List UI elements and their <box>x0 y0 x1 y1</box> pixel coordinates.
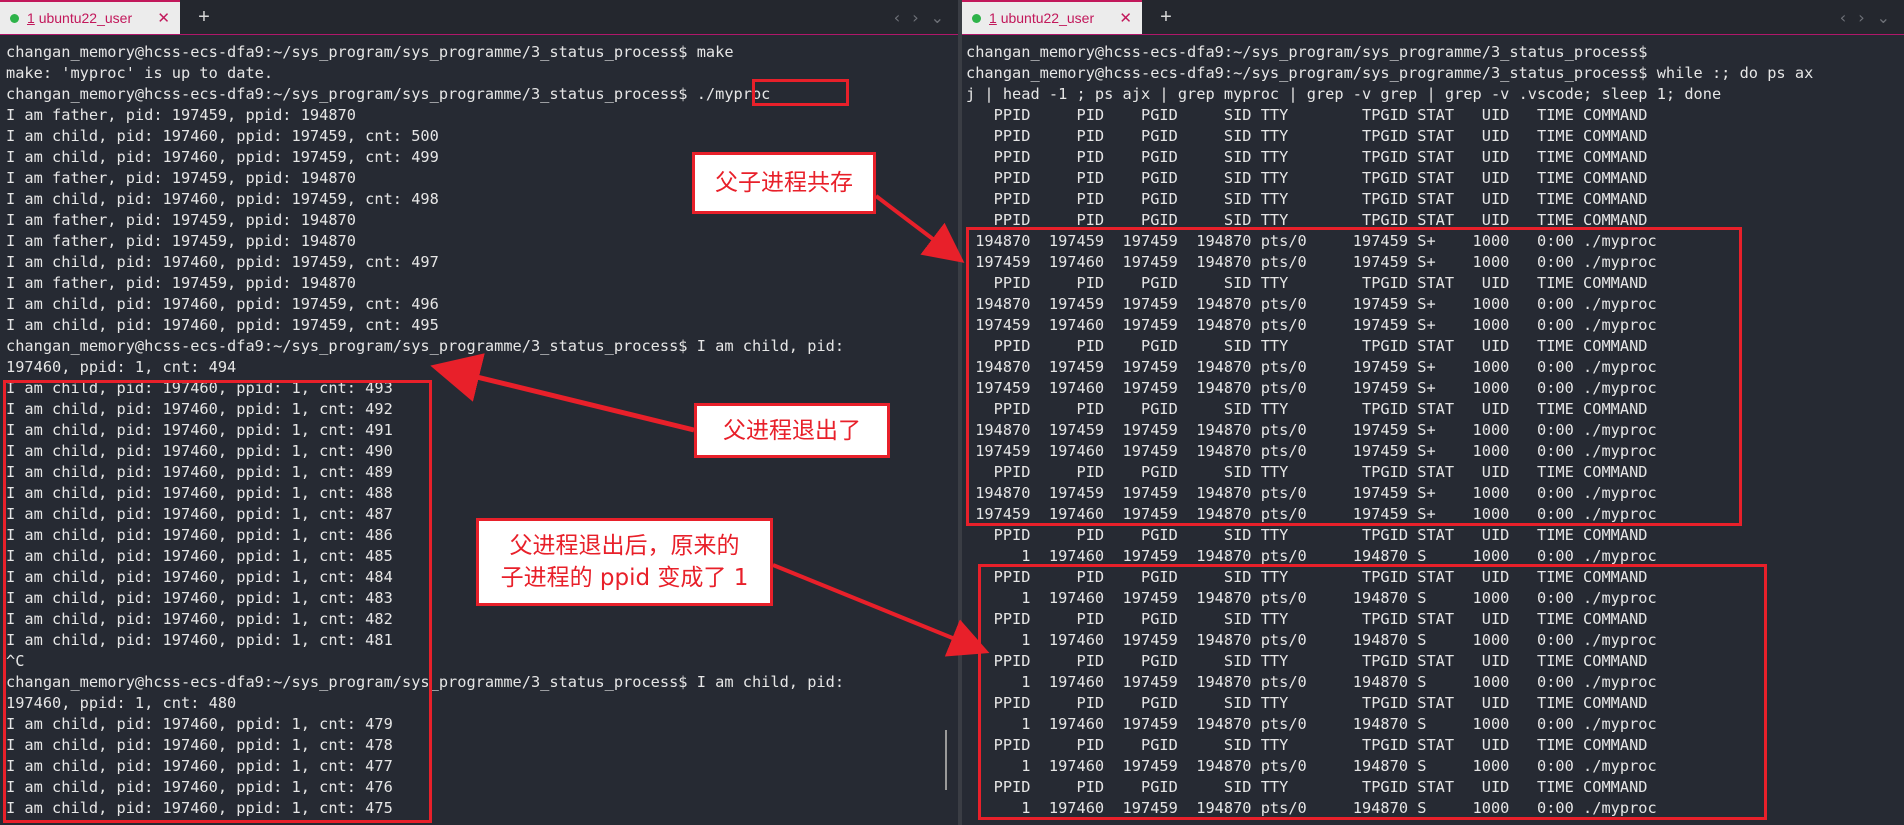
terminal-line: I am child, pid: 197460, ppid: 197459, c… <box>6 127 439 145</box>
chevron-right-icon[interactable]: › <box>1858 8 1864 27</box>
terminal-line: I am child, pid: 197460, ppid: 197459, c… <box>6 253 439 271</box>
annotation-ppid-change: 父进程退出后，原来的 子进程的 ppid 变成了 1 <box>476 518 773 606</box>
tab-number: 1 <box>989 10 997 26</box>
highlight-coexist-ps-rows <box>966 227 1742 526</box>
annotation-coexist: 父子进程共存 <box>692 152 876 214</box>
terminal-line: I am child, pid: 197460, ppid: 197459, c… <box>6 295 439 313</box>
terminal-line: 197460, ppid: 1, cnt: 494 <box>6 358 237 376</box>
terminal-line: I am father, pid: 197459, ppid: 194870 <box>6 106 356 124</box>
tab-title: ubuntu22_user <box>1000 10 1095 26</box>
new-tab-button[interactable]: + <box>1154 0 1178 34</box>
terminal-line: PPID PID PGID SID TTY TPGID STAT UID TIM… <box>966 148 1648 166</box>
tab-title: ubuntu22_user <box>38 10 133 26</box>
chevron-down-icon[interactable]: ⌄ <box>1877 8 1890 27</box>
right-tab-ubuntu22-user[interactable]: 1 ubuntu22_user ✕ <box>962 0 1142 34</box>
terminal-line: I am father, pid: 197459, ppid: 194870 <box>6 232 356 250</box>
terminal-line: PPID PID PGID SID TTY TPGID STAT UID TIM… <box>966 190 1648 208</box>
terminal-line: I am child, pid: 197460, ppid: 197459, c… <box>6 316 439 334</box>
chevron-right-icon[interactable]: › <box>912 8 918 27</box>
tab-label: 1 ubuntu22_user <box>27 10 151 26</box>
tab-number: 1 <box>27 10 35 26</box>
close-icon[interactable]: ✕ <box>157 9 170 27</box>
terminal-line: changan_memory@hcss-ecs-dfa9:~/sys_progr… <box>6 337 845 355</box>
left-scrollbar[interactable] <box>945 730 947 790</box>
right-tab-bar: 1 ubuntu22_user ✕ + ‹ › ⌄ <box>962 0 1904 35</box>
terminal-line: changan_memory@hcss-ecs-dfa9:~/sys_progr… <box>966 43 1648 61</box>
new-tab-button[interactable]: + <box>192 0 216 34</box>
terminal-line: PPID PID PGID SID TTY TPGID STAT UID TIM… <box>966 106 1648 124</box>
close-icon[interactable]: ✕ <box>1119 9 1132 27</box>
chevron-left-icon[interactable]: ‹ <box>1840 8 1846 27</box>
annotation-ppid-change-line2: 子进程的 ppid 变成了 1 <box>500 565 749 591</box>
tab-label: 1 ubuntu22_user <box>989 10 1113 26</box>
tab-nav: ‹ › ⌄ <box>894 0 944 34</box>
terminal-line: changan_memory@hcss-ecs-dfa9:~/sys_progr… <box>966 64 1814 82</box>
left-tab-ubuntu22-user[interactable]: 1 ubuntu22_user ✕ <box>0 0 180 34</box>
highlight-myproc-command <box>752 79 849 106</box>
terminal-line: PPID PID PGID SID TTY TPGID STAT UID TIM… <box>966 526 1648 544</box>
terminal-line: PPID PID PGID SID TTY TPGID STAT UID TIM… <box>966 127 1648 145</box>
connected-status-icon <box>10 13 19 23</box>
highlight-ppid-1-ps-rows <box>978 564 1767 820</box>
left-tab-bar: 1 ubuntu22_user ✕ + ‹ › ⌄ <box>0 0 958 35</box>
annotation-ppid-change-line1: 父进程退出后，原来的 <box>509 533 740 559</box>
terminal-line: changan_memory@hcss-ecs-dfa9:~/sys_progr… <box>6 43 734 61</box>
connected-status-icon <box>972 13 981 23</box>
annotation-parent-exit: 父进程退出了 <box>694 403 890 458</box>
terminal-line: j | head -1 ; ps ajx | grep myproc | gre… <box>966 85 1722 103</box>
chevron-down-icon[interactable]: ⌄ <box>931 8 944 27</box>
tab-nav: ‹ › ⌄ <box>1840 0 1890 34</box>
terminal-line: PPID PID PGID SID TTY TPGID STAT UID TIM… <box>966 169 1648 187</box>
highlight-orphan-child-output <box>3 380 432 823</box>
chevron-left-icon[interactable]: ‹ <box>894 8 900 27</box>
terminal-line: I am father, pid: 197459, ppid: 194870 <box>6 274 356 292</box>
